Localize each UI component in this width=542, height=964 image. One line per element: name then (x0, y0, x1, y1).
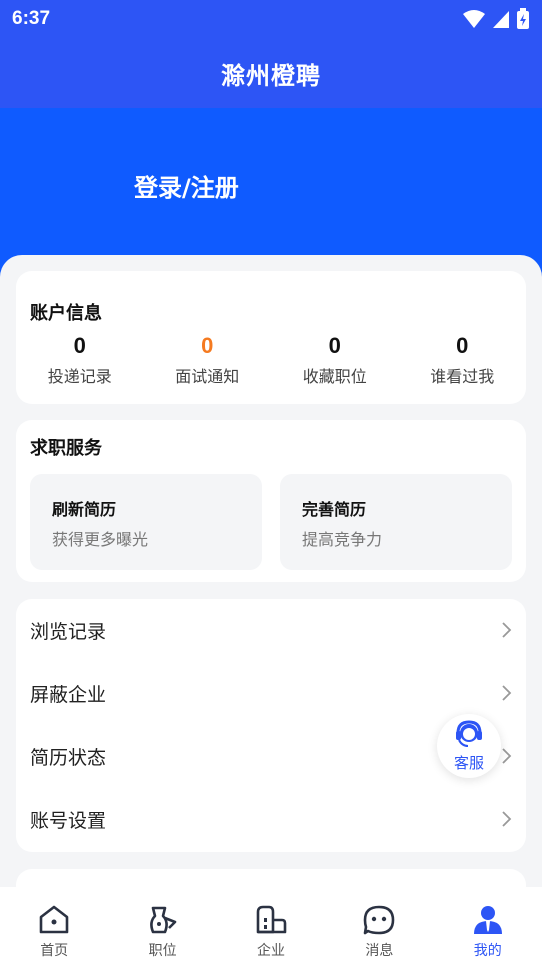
tab-label: 首页 (40, 943, 69, 959)
stat-value: 0 (201, 333, 214, 358)
stat-viewers[interactable]: 0 谁看过我 (399, 333, 527, 387)
stat-value: 0 (456, 333, 469, 358)
account-info-title: 账户信息 (30, 303, 102, 324)
stat-value: 0 (73, 333, 86, 358)
status-icons (462, 8, 530, 30)
account-stats: 0 投递记录 0 面试通知 0 收藏职位 0 谁看过我 (16, 333, 526, 387)
stat-favorites[interactable]: 0 收藏职位 (271, 333, 399, 387)
stat-label: 投递记录 (47, 367, 112, 386)
job-services-card: 求职服务 刷新简历 获得更多曝光 完善简历 提高竞争力 (16, 420, 526, 582)
content-sheet: 账户信息 0 投递记录 0 面试通知 0 收藏职位 0 谁看过我 求职服务 刷新… (0, 255, 542, 909)
bottom-tab-bar: 首页 职位 企业 消息 我的 (0, 887, 542, 964)
job-services-title: 求职服务 (30, 438, 102, 459)
building-icon (256, 905, 287, 934)
battery-icon (517, 8, 529, 29)
app-header: 滁州橙聘 (0, 38, 542, 108)
tab-label: 消息 (365, 943, 394, 959)
stat-label: 面试通知 (175, 367, 240, 386)
menu-item-label: 账号设置 (30, 810, 107, 832)
tab-companies[interactable]: 企业 (217, 887, 325, 964)
account-info-card: 账户信息 0 投递记录 0 面试通知 0 收藏职位 0 谁看过我 (16, 271, 526, 404)
login-register-link[interactable]: 登录/注册 (134, 168, 239, 203)
stat-value: 0 (328, 333, 341, 358)
status-time: 6:37 (12, 8, 51, 29)
headset-agent-icon (456, 720, 482, 747)
complete-resume-button[interactable]: 完善简历 提高竞争力 (280, 474, 512, 570)
chevron-right-icon (502, 811, 512, 827)
stat-label: 收藏职位 (302, 367, 367, 386)
menu-item-label: 简历状态 (30, 747, 107, 769)
service-subtitle: 提高竞争力 (302, 530, 383, 549)
chevron-right-icon (502, 748, 512, 764)
briefcase-icon (150, 906, 177, 934)
user-icon (473, 906, 502, 934)
app-title: 滁州橙聘 (221, 61, 321, 90)
stat-applications[interactable]: 0 投递记录 (16, 333, 144, 387)
service-title: 完善简历 (302, 500, 367, 519)
wifi-icon (463, 10, 485, 28)
menu-item-account-settings[interactable]: 账号设置 (16, 788, 526, 851)
tab-jobs[interactable]: 职位 (108, 887, 216, 964)
profile-hero: 登录/注册 (0, 108, 542, 278)
tab-label: 企业 (256, 943, 285, 959)
customer-service-label: 客服 (453, 754, 484, 772)
stat-interviews[interactable]: 0 面试通知 (144, 333, 272, 387)
menu-item-label: 浏览记录 (30, 621, 107, 643)
status-bar: 6:37 (0, 0, 542, 38)
customer-service-button[interactable]: 客服 (437, 714, 501, 778)
menu-item-label: 屏蔽企业 (30, 684, 107, 706)
tab-home[interactable]: 首页 (0, 887, 108, 964)
tab-messages[interactable]: 消息 (325, 887, 433, 964)
refresh-resume-button[interactable]: 刷新简历 获得更多曝光 (30, 474, 262, 570)
chat-icon (363, 905, 395, 935)
chevron-right-icon (502, 685, 512, 701)
tab-profile[interactable]: 我的 (434, 887, 542, 964)
service-title: 刷新简历 (52, 500, 117, 519)
tab-label: 我的 (473, 943, 502, 959)
tab-label: 职位 (148, 943, 177, 959)
home-icon (39, 905, 69, 934)
chevron-right-icon (502, 622, 512, 638)
menu-item-blocked-companies[interactable]: 屏蔽企业 (16, 662, 526, 725)
stat-label: 谁看过我 (430, 367, 495, 386)
signal-icon (493, 11, 509, 28)
menu-item-browse-history[interactable]: 浏览记录 (16, 599, 526, 662)
service-subtitle: 获得更多曝光 (52, 530, 149, 549)
